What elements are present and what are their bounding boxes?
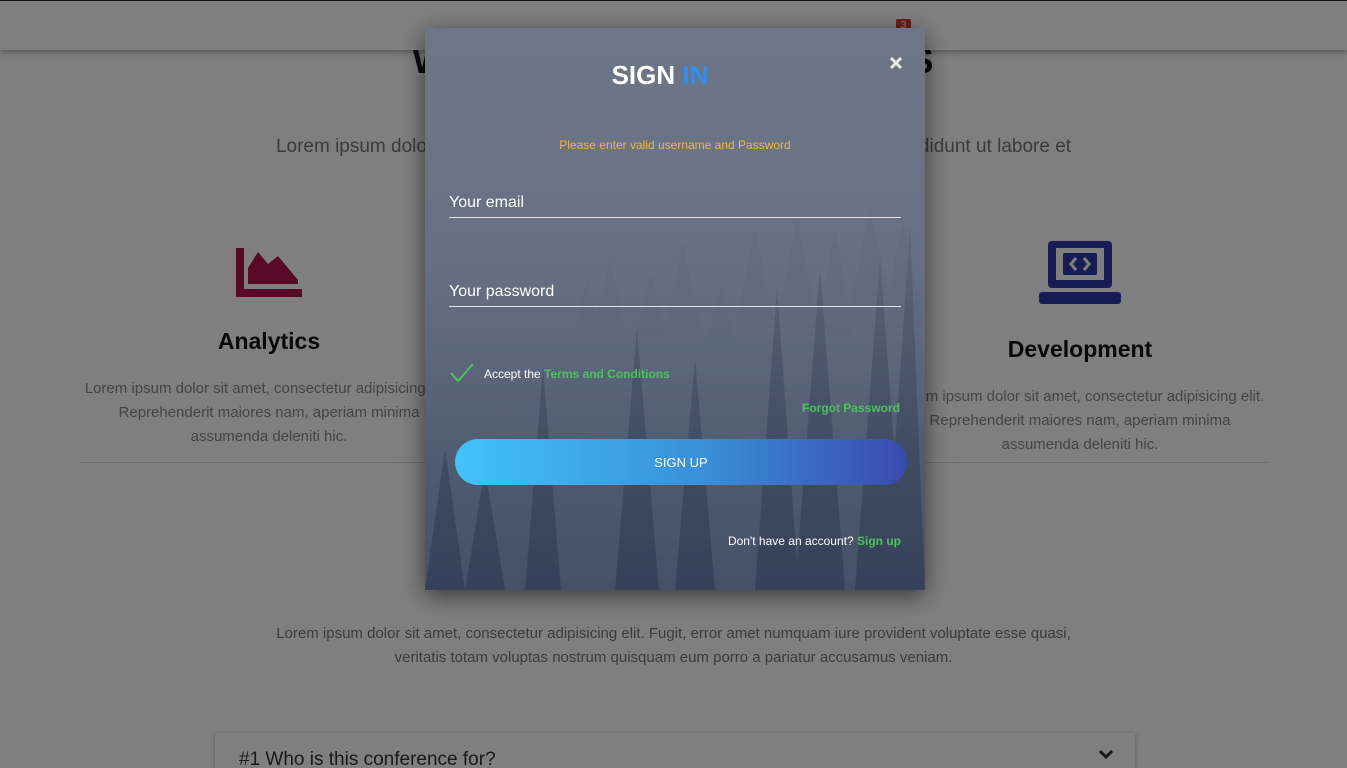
sign-up-link[interactable]: Sign up [857, 534, 901, 548]
title-sign: SIGN [611, 60, 676, 90]
terms-label: Accept the Terms and Conditions [484, 367, 670, 381]
forest-background-image [425, 28, 925, 590]
account-prompt: Don't have an account? Sign up [728, 534, 901, 548]
terms-checkbox[interactable] [449, 362, 475, 384]
sign-up-button[interactable]: SIGN UP [455, 439, 907, 485]
sign-in-modal: SIGN IN Please enter valid username and … [425, 28, 925, 590]
accept-prefix: Accept the [484, 367, 541, 381]
error-message: Please enter valid username and Password [559, 138, 791, 152]
close-icon[interactable] [889, 56, 903, 70]
email-field-wrapper [449, 188, 901, 218]
account-prompt-text: Don't have an account? [727, 534, 854, 548]
password-field-wrapper [449, 277, 901, 307]
terms-link[interactable]: Terms and Conditions [544, 367, 670, 381]
modal-title: SIGN IN [425, 60, 895, 91]
password-field[interactable] [449, 277, 901, 306]
forgot-password-link[interactable]: Forgot Password [802, 401, 900, 415]
email-field[interactable] [449, 188, 901, 217]
title-in: IN [682, 60, 709, 90]
